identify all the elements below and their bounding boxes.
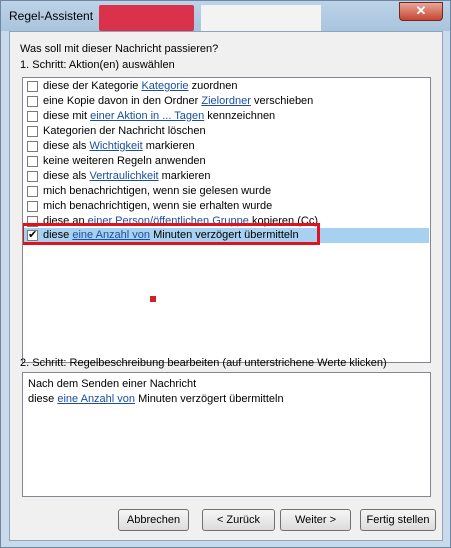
action-item-copy-to-folder[interactable]: eine Kopie davon in den Ordner Zielordne… <box>24 94 429 109</box>
background-window-fragment <box>99 5 194 31</box>
action-item-clear-categories[interactable]: Kategorien der Nachricht löschen <box>24 124 429 139</box>
next-button[interactable]: Weiter > <box>280 509 351 531</box>
checkbox[interactable] <box>27 81 38 92</box>
checkbox[interactable] <box>27 111 38 122</box>
action-item-category[interactable]: diese der Kategorie Kategorie zuordnen <box>24 79 429 94</box>
description-line-2: diese eine Anzahl von Minuten verzögert … <box>28 393 284 405</box>
step1-label: 1. Schritt: Aktion(en) auswählen <box>20 59 175 71</box>
action-link-sensitivity[interactable]: Vertraulichkeit <box>89 170 158 182</box>
checkbox[interactable] <box>27 201 38 212</box>
checkbox[interactable] <box>27 126 38 137</box>
action-item-notify-delivered[interactable]: mich benachrichtigen, wenn sie erhalten … <box>24 199 429 214</box>
checkbox[interactable] <box>27 186 38 197</box>
description-link-number-of[interactable]: eine Anzahl von <box>57 393 135 405</box>
action-text: mich benachrichtigen, wenn sie erhalten … <box>43 200 273 212</box>
checkbox[interactable] <box>27 141 38 152</box>
action-text: markieren <box>142 140 195 152</box>
description-line-1: Nach dem Senden einer Nachricht <box>28 378 197 390</box>
background-window-fragment-light <box>201 5 321 31</box>
close-icon: ✕ <box>415 3 427 18</box>
description-text: Minuten verzögert übermitteln <box>135 393 284 405</box>
close-button[interactable]: ✕ <box>399 2 443 21</box>
action-text: diese mit <box>43 110 91 122</box>
step2-label: 2. Schritt: Regelbeschreibung bearbeiten… <box>20 357 387 369</box>
title-bar: Regel-Assistent ✕ <box>1 1 450 31</box>
finish-button[interactable]: Fertig stellen <box>360 509 436 531</box>
action-text: diese als <box>43 170 90 182</box>
action-text: markieren <box>158 170 211 182</box>
rule-wizard-window: Regel-Assistent ✕ Was soll mit dieser Na… <box>0 0 451 548</box>
action-text: eine Kopie davon in den Ordner <box>43 95 202 107</box>
action-text: diese der Kategorie <box>43 80 142 92</box>
action-link-importance[interactable]: Wichtigkeit <box>89 140 142 152</box>
action-item-notify-read[interactable]: mich benachrichtigen, wenn sie gelesen w… <box>24 184 429 199</box>
action-link-flag-action[interactable]: einer Aktion in ... Tagen <box>90 110 204 122</box>
action-item-flag[interactable]: diese mit einer Aktion in ... Tagen kenn… <box>24 109 429 124</box>
annotation-marker <box>150 296 156 302</box>
cancel-button[interactable]: Abbrechen <box>118 509 189 531</box>
question-label: Was soll mit dieser Nachricht passieren? <box>20 43 219 55</box>
action-item-stop-rules[interactable]: keine weiteren Regeln anwenden <box>24 154 429 169</box>
action-item-importance[interactable]: diese als Wichtigkeit markieren <box>24 139 429 154</box>
action-item-sensitivity[interactable]: diese als Vertraulichkeit markieren <box>24 169 429 184</box>
action-text: kennzeichnen <box>204 110 276 122</box>
action-text: verschieben <box>250 95 314 107</box>
action-link-target-folder[interactable]: Zielordner <box>201 95 251 107</box>
action-text: keine weiteren Regeln anwenden <box>43 155 206 167</box>
action-text: mich benachrichtigen, wenn sie gelesen w… <box>43 185 272 197</box>
action-text: zuordnen <box>188 80 238 92</box>
back-button[interactable]: < Zurück <box>202 509 275 531</box>
checkbox[interactable] <box>27 96 38 107</box>
highlight-annotation-box <box>23 223 320 245</box>
dialog-client-area: Was soll mit dieser Nachricht passieren?… <box>9 31 443 541</box>
action-link-category[interactable]: Kategorie <box>141 80 188 92</box>
rule-description-box: Nach dem Senden einer Nachricht diese ei… <box>22 372 431 497</box>
description-text: diese <box>28 393 58 405</box>
checkbox[interactable] <box>27 171 38 182</box>
action-text: Kategorien der Nachricht löschen <box>43 125 206 137</box>
action-text: diese als <box>43 140 90 152</box>
window-title: Regel-Assistent <box>9 9 94 23</box>
actions-listbox[interactable]: diese der Kategorie Kategorie zuordnen e… <box>22 77 431 363</box>
checkbox[interactable] <box>27 156 38 167</box>
